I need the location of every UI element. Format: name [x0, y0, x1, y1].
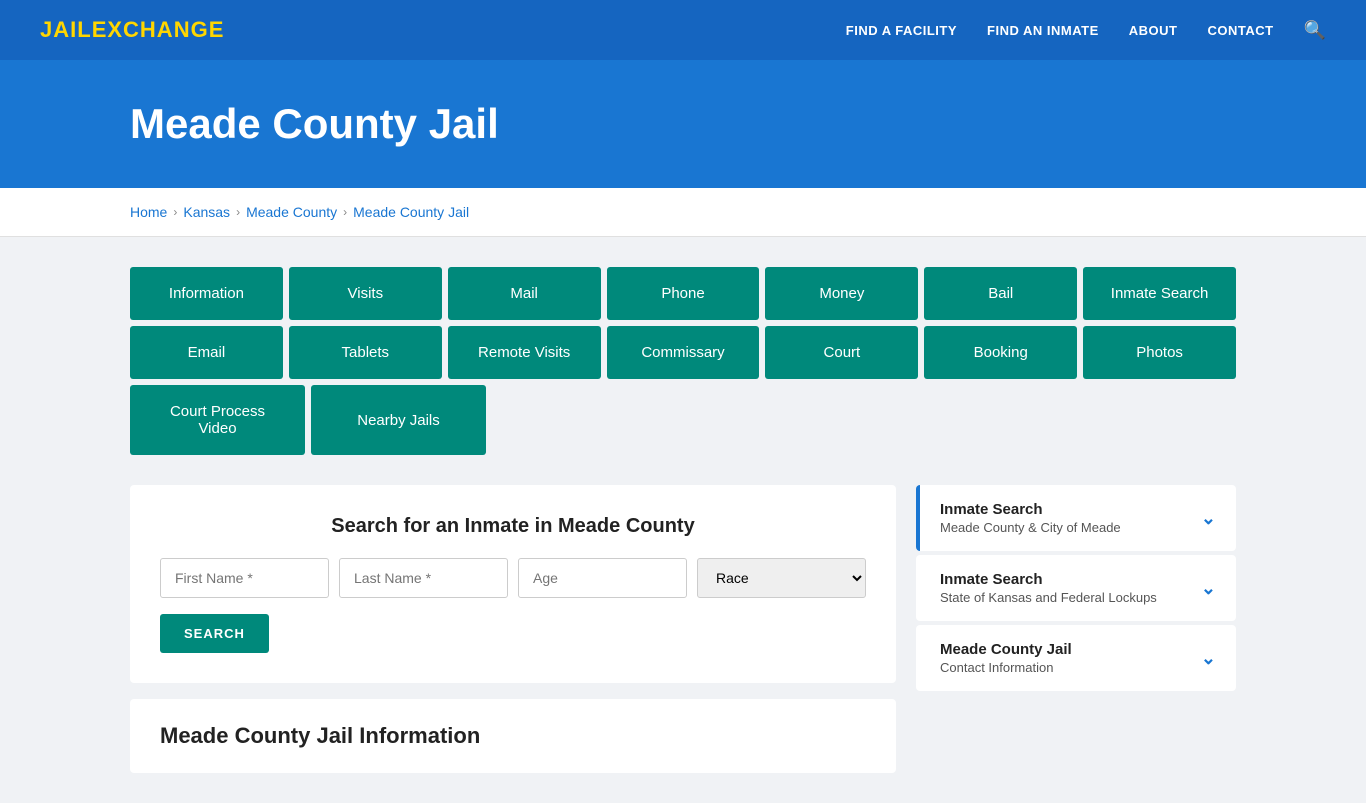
main-content: InformationVisitsMailPhoneMoneyBailInmat… — [0, 237, 1366, 803]
breadcrumb-meade-county[interactable]: Meade County — [246, 204, 337, 220]
logo-jail: JAIL — [40, 17, 92, 42]
grid-btn-money[interactable]: Money — [765, 267, 918, 320]
main-nav: FIND A FACILITY FIND AN INMATE ABOUT CON… — [846, 20, 1326, 41]
sidebar-item-0[interactable]: Inmate Search Meade County & City of Mea… — [916, 485, 1236, 551]
grid-btn-phone[interactable]: Phone — [607, 267, 760, 320]
chevron-icon-1: ⌄ — [1201, 578, 1216, 599]
race-select[interactable]: RaceWhiteBlackHispanicAsianOther — [697, 558, 866, 598]
grid-btn-mail[interactable]: Mail — [448, 267, 601, 320]
grid-btn-bail[interactable]: Bail — [924, 267, 1077, 320]
sidebar-item-subtitle-0: Meade County & City of Meade — [940, 520, 1121, 535]
sidebar-item-subtitle-2: Contact Information — [940, 660, 1072, 675]
grid-btn-tablets[interactable]: Tablets — [289, 326, 442, 379]
info-heading: Meade County Jail Information — [160, 723, 866, 749]
breadcrumb: Home › Kansas › Meade County › Meade Cou… — [130, 204, 1236, 220]
sidebar-item-text-1: Inmate Search State of Kansas and Federa… — [940, 571, 1157, 605]
breadcrumb-sep-2: › — [236, 205, 240, 219]
category-button-grid: InformationVisitsMailPhoneMoneyBailInmat… — [130, 267, 1236, 455]
sidebar-item-title-2: Meade County Jail — [940, 641, 1072, 658]
chevron-icon-0: ⌄ — [1201, 508, 1216, 529]
logo[interactable]: JAILEXCHANGE — [40, 17, 224, 43]
inmate-search-box: Search for an Inmate in Meade County Rac… — [130, 485, 896, 683]
breadcrumb-current: Meade County Jail — [353, 204, 469, 220]
grid-btn-inmate-search[interactable]: Inmate Search — [1083, 267, 1236, 320]
grid-btn-photos[interactable]: Photos — [1083, 326, 1236, 379]
nav-find-facility[interactable]: FIND A FACILITY — [846, 23, 957, 38]
sidebar: Inmate Search Meade County & City of Mea… — [916, 485, 1236, 691]
grid-btn-booking[interactable]: Booking — [924, 326, 1077, 379]
breadcrumb-kansas[interactable]: Kansas — [183, 204, 230, 220]
nav-find-inmate[interactable]: FIND AN INMATE — [987, 23, 1099, 38]
chevron-icon-2: ⌄ — [1201, 648, 1216, 669]
nav-about[interactable]: ABOUT — [1129, 23, 1178, 38]
sidebar-item-text-2: Meade County Jail Contact Information — [940, 641, 1072, 675]
logo-exchange: EXCHANGE — [92, 17, 225, 42]
grid-btn-email[interactable]: Email — [130, 326, 283, 379]
sidebar-item-title-1: Inmate Search — [940, 571, 1157, 588]
info-section: Meade County Jail Information — [130, 699, 896, 773]
grid-btn-commissary[interactable]: Commissary — [607, 326, 760, 379]
breadcrumb-bar: Home › Kansas › Meade County › Meade Cou… — [0, 188, 1366, 237]
sidebar-item-subtitle-1: State of Kansas and Federal Lockups — [940, 590, 1157, 605]
grid-btn-visits[interactable]: Visits — [289, 267, 442, 320]
search-heading: Search for an Inmate in Meade County — [160, 515, 866, 538]
sidebar-item-text-0: Inmate Search Meade County & City of Mea… — [940, 501, 1121, 535]
age-input[interactable] — [518, 558, 687, 598]
sidebar-item-title-0: Inmate Search — [940, 501, 1121, 518]
grid-btn-nearby-jails[interactable]: Nearby Jails — [311, 385, 486, 455]
hero-section: Meade County Jail — [0, 60, 1366, 188]
search-fields: RaceWhiteBlackHispanicAsianOther — [160, 558, 866, 598]
breadcrumb-sep-1: › — [173, 205, 177, 219]
header: JAILEXCHANGE FIND A FACILITY FIND AN INM… — [0, 0, 1366, 60]
first-name-input[interactable] — [160, 558, 329, 598]
content-area: Search for an Inmate in Meade County Rac… — [130, 485, 1236, 773]
last-name-input[interactable] — [339, 558, 508, 598]
sidebar-item-2[interactable]: Meade County Jail Contact Information ⌄ — [916, 625, 1236, 691]
breadcrumb-sep-3: › — [343, 205, 347, 219]
sidebar-item-1[interactable]: Inmate Search State of Kansas and Federa… — [916, 555, 1236, 621]
grid-btn-information[interactable]: Information — [130, 267, 283, 320]
page-title: Meade County Jail — [130, 100, 1326, 148]
grid-btn-court-process-video[interactable]: Court Process Video — [130, 385, 305, 455]
grid-btn-court[interactable]: Court — [765, 326, 918, 379]
grid-btn-remote-visits[interactable]: Remote Visits — [448, 326, 601, 379]
search-button[interactable]: SEARCH — [160, 614, 269, 653]
breadcrumb-home[interactable]: Home — [130, 204, 167, 220]
search-icon-button[interactable]: 🔍 — [1304, 20, 1326, 41]
nav-contact[interactable]: CONTACT — [1207, 23, 1273, 38]
